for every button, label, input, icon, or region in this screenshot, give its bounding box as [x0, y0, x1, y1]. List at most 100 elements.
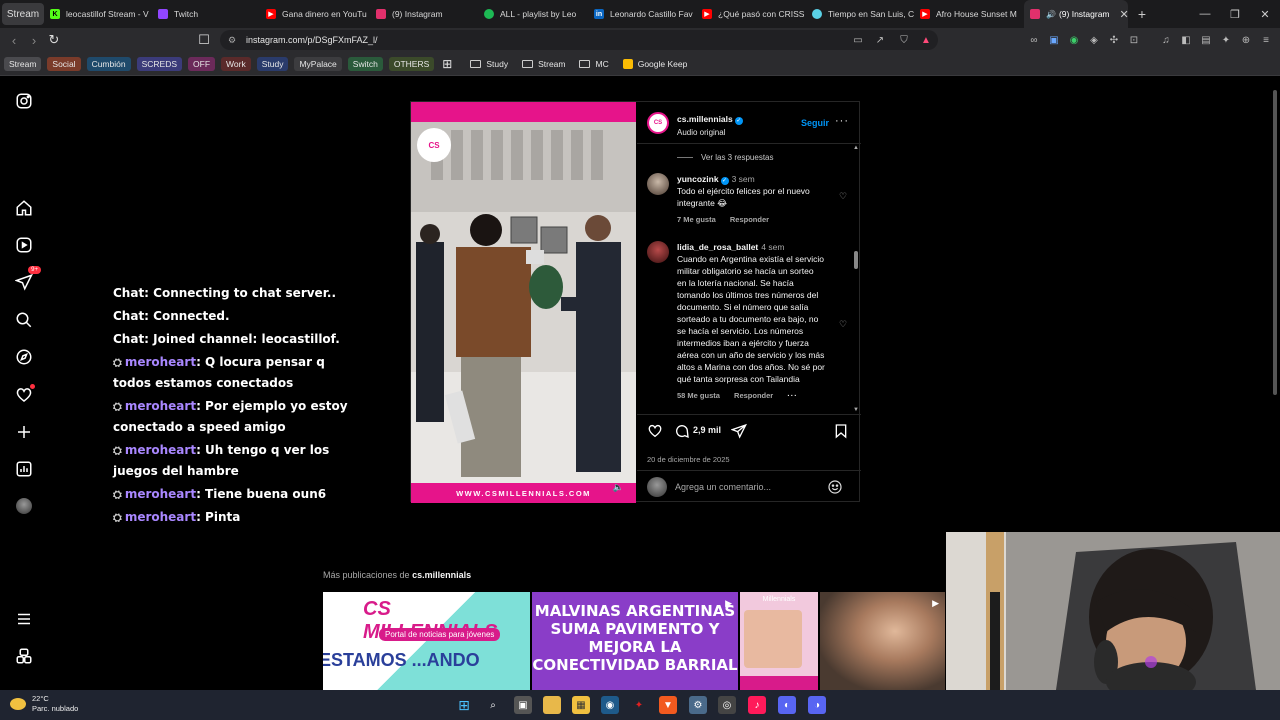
reply-button[interactable]: Responder	[730, 215, 769, 224]
screenshot-icon[interactable]: ⊡	[1126, 32, 1142, 48]
notifications-heart-icon[interactable]	[14, 384, 35, 405]
instagram-logo-icon[interactable]	[14, 91, 34, 111]
view-replies-link[interactable]: Ver las 3 respuestas	[677, 153, 773, 162]
extension-glasses-icon[interactable]: ∞	[1026, 32, 1042, 48]
home-icon[interactable]	[14, 198, 34, 218]
more-menu-icon[interactable]	[14, 609, 34, 629]
search-icon[interactable]	[14, 310, 34, 330]
calculator-icon[interactable]: ▦	[572, 696, 590, 714]
page-scrollbar-thumb[interactable]	[1273, 90, 1277, 395]
tab-weather[interactable]: Tiempo en San Luis, C	[806, 0, 914, 28]
tab-instagram-1[interactable]: (9) Instagram	[370, 0, 478, 28]
install-icon[interactable]: ▭	[850, 32, 866, 48]
emoji-icon[interactable]	[827, 479, 843, 495]
audio-label[interactable]: Audio original	[677, 128, 743, 137]
save-icon[interactable]	[831, 421, 851, 441]
post-thumbnail[interactable]: ▶	[820, 592, 945, 690]
extensions-puzzle-icon[interactable]: ✣	[1106, 32, 1122, 48]
follow-button[interactable]: Seguir	[801, 118, 829, 128]
tab-group-stream[interactable]: Stream	[2, 3, 44, 25]
comment-avatar[interactable]	[647, 241, 669, 263]
bookmark-work[interactable]: Work	[221, 56, 251, 71]
threads-apps-icon[interactable]	[14, 646, 34, 666]
wallet-icon[interactable]: ▤	[1198, 32, 1214, 48]
minimize-button[interactable]: —	[1190, 0, 1220, 28]
extension-icon[interactable]: ◉	[1066, 32, 1082, 48]
extension-icon[interactable]: ▣	[1046, 32, 1062, 48]
obs-icon[interactable]: ◎	[718, 696, 736, 714]
back-button[interactable]: ‹	[4, 30, 24, 50]
comment-options-icon[interactable]: ···	[787, 391, 798, 400]
brave-browser-icon[interactable]: ▼	[659, 696, 677, 714]
task-view-icon[interactable]: ▣	[514, 696, 532, 714]
tab-twitch[interactable]: Twitch	[152, 0, 260, 28]
comments-scrollbar[interactable]: ▲ ▼	[852, 145, 860, 413]
apps-grid-icon[interactable]: ⊞	[442, 56, 452, 72]
tab-youtube-1[interactable]: ▶ Gana dinero en YouTu	[260, 0, 370, 28]
brave-shield-icon[interactable]: ⛉	[896, 32, 912, 48]
share-icon[interactable]	[729, 421, 749, 441]
bookmark-icon[interactable]: ☐	[194, 30, 214, 50]
volume-icon[interactable]: 🔈	[613, 482, 624, 493]
sidebar-icon[interactable]: ◧	[1178, 32, 1194, 48]
app-icon[interactable]: ◉	[601, 696, 619, 714]
bookmark-cumbion[interactable]: Cumbión	[86, 56, 131, 71]
post-thumbnail[interactable]: MALVINAS ARGENTINAS SUMA PAVIMENTO Y MEJ…	[532, 592, 738, 690]
vpn-icon[interactable]: ⊕	[1238, 32, 1254, 48]
comment-username[interactable]: yuncozink	[677, 174, 719, 184]
site-info-icon[interactable]: ⚙	[228, 35, 238, 45]
search-icon[interactable]: ⌕	[484, 696, 502, 714]
leo-ai-icon[interactable]: ✦	[1218, 32, 1234, 48]
bookmark-screds[interactable]: SCREDS	[136, 56, 183, 71]
bookmark-folder-study[interactable]: Study	[470, 56, 508, 72]
bookmark-folder-stream[interactable]: Stream	[522, 56, 565, 72]
bookmark-off[interactable]: OFF	[188, 56, 216, 71]
post-thumbnail[interactable]: CS MILLENNIALS Portal de noticias para j…	[323, 592, 530, 690]
like-comment-icon[interactable]: ♡	[839, 319, 847, 330]
forward-button[interactable]: ›	[24, 30, 44, 50]
file-explorer-icon[interactable]	[543, 696, 561, 714]
add-comment-input[interactable]: Agrega un comentario...	[675, 482, 771, 492]
comment-avatar[interactable]	[647, 173, 669, 195]
share-icon[interactable]: ↗	[872, 32, 888, 48]
dashboard-icon[interactable]	[14, 459, 34, 479]
music-icon[interactable]: ♫	[1158, 32, 1174, 48]
reels-icon[interactable]	[14, 235, 34, 255]
bookmark-folder-mc[interactable]: MC	[579, 56, 609, 72]
page-scrollbar[interactable]	[1270, 80, 1280, 690]
app-icon[interactable]: ◐	[778, 696, 796, 714]
brave-rewards-icon[interactable]: ▲	[918, 32, 934, 48]
tiktok-icon[interactable]: ♪	[748, 696, 766, 714]
author-username[interactable]: cs.millennials	[677, 114, 733, 124]
bookmark-social[interactable]: Social	[47, 56, 81, 71]
reload-button[interactable]: ↻	[44, 30, 64, 50]
explore-icon[interactable]	[14, 347, 34, 367]
bookmark-switch[interactable]: Switch	[347, 56, 383, 71]
comment-icon[interactable]	[672, 421, 692, 441]
bookmark-google-keep[interactable]: Google Keep	[622, 56, 687, 72]
bookmark-stream[interactable]: Stream	[4, 56, 42, 71]
comment-likes[interactable]: 7 Me gusta	[677, 215, 716, 224]
author-avatar[interactable]: CS	[647, 111, 669, 134]
weather-widget[interactable]: 22°C Parc. nublado	[10, 694, 78, 714]
tab-youtube-2[interactable]: ▶ ¿Qué pasó con CRISS	[696, 0, 806, 28]
menu-icon[interactable]: ≡	[1258, 32, 1274, 48]
close-tab-icon[interactable]: ✕	[1120, 8, 1128, 21]
like-comment-icon[interactable]: ♡	[839, 191, 847, 202]
comment-likes[interactable]: 58 Me gusta	[677, 391, 720, 400]
scrollbar-thumb[interactable]	[854, 251, 858, 269]
profile-avatar[interactable]	[14, 496, 34, 516]
new-tab-button[interactable]: +	[1132, 4, 1152, 24]
comment-username[interactable]: lidia_de_rosa_ballet	[677, 242, 758, 252]
tab-spotify[interactable]: ALL - playlist by Leo	[478, 0, 588, 28]
bookmark-study[interactable]: Study	[256, 56, 289, 71]
app-icon[interactable]: ✦	[630, 696, 648, 714]
scroll-up-icon[interactable]: ▲	[853, 145, 859, 151]
more-options-icon[interactable]: ···	[835, 115, 849, 127]
close-window-button[interactable]: ✕	[1250, 0, 1280, 28]
tab-linkedin[interactable]: in Leonardo Castillo Fav	[588, 0, 696, 28]
bookmark-mypalace[interactable]: MyPalace	[294, 56, 342, 71]
extension-icon[interactable]: ◈	[1086, 32, 1102, 48]
messages-icon[interactable]: 9+	[14, 266, 41, 292]
address-bar[interactable]: ⚙ instagram.com/p/DSgFXmFAZ_l/	[220, 30, 938, 50]
